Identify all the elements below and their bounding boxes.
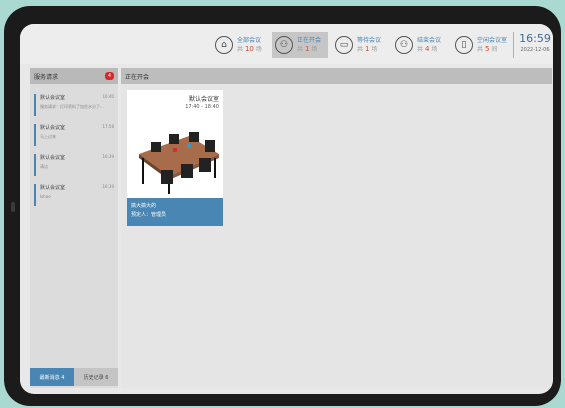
stat-label: 正在开会 bbox=[297, 37, 322, 44]
divider bbox=[513, 32, 514, 58]
stat-count: 共 4 场 bbox=[417, 45, 438, 53]
meeting-card[interactable]: 默认会议室 17:40 - 18:40 搞大搞大的 预定人：管理员 bbox=[127, 90, 223, 226]
people-icon: ⚇ bbox=[275, 36, 293, 54]
stat-in-progress[interactable]: ⚇ 正在开会 共 1 场 bbox=[272, 32, 328, 58]
clock: 16:59 2022-12-06 bbox=[518, 32, 552, 53]
meeting-room-image bbox=[139, 132, 219, 194]
message-preview: Ishao bbox=[40, 194, 51, 199]
message-preview: 清洁 bbox=[40, 164, 48, 169]
card-footer: 搞大搞大的 预定人：管理员 bbox=[127, 198, 223, 226]
clock-time: 16:59 bbox=[519, 32, 551, 45]
unread-badge: 4 bbox=[105, 72, 114, 80]
message-time: 17:58 bbox=[102, 124, 114, 129]
time-range: 17:40 - 18:40 bbox=[185, 104, 219, 110]
door-icon: ▯ bbox=[455, 36, 473, 54]
message-title: 默认会议室 bbox=[40, 125, 66, 131]
stat-count: 共 1 场 bbox=[297, 45, 318, 53]
message-item[interactable]: 默认会议室 16:39 Ishao bbox=[34, 184, 114, 206]
stat-count: 共 1 场 bbox=[357, 45, 378, 53]
clock-date: 2022-12-06 bbox=[520, 47, 550, 53]
tab-history[interactable]: 历史记录 6 bbox=[74, 368, 118, 386]
message-item[interactable]: 默认会议室 16:39 清洁 bbox=[34, 154, 114, 176]
stat-label: 空闲会议室 bbox=[477, 37, 508, 44]
message-time: 16:40 bbox=[102, 94, 114, 99]
sofa-icon: ▭ bbox=[335, 36, 353, 54]
in-progress-panel: 正在开会 默认会议室 17:40 - 18:40 搞大搞大的 预定人：管理员 bbox=[121, 68, 552, 388]
house-icon: ⌂ bbox=[215, 36, 233, 54]
message-preview: 马上过来 bbox=[40, 134, 56, 139]
stat-count: 共 10 场 bbox=[237, 45, 262, 53]
screen: ⌂ 全部会议 共 10 场 ⚇ 正在开会 共 1 场 ▭ 等待会议 共 1 场 bbox=[20, 24, 553, 394]
message-title: 默认会议室 bbox=[40, 155, 66, 161]
stat-label: 等待会议 bbox=[357, 37, 382, 44]
message-item[interactable]: 默认会议室 16:40 服务请求：打印资料了加些水分了... bbox=[34, 94, 114, 116]
room-name: 默认会议室 bbox=[188, 96, 219, 103]
message-item[interactable]: 默认会议室 17:58 马上过来 bbox=[34, 124, 114, 146]
meeting-subject: 搞大搞大的 bbox=[131, 203, 157, 209]
panel-header: 服务请求 4 bbox=[30, 68, 118, 84]
stat-waiting[interactable]: ▭ 等待会议 共 1 场 bbox=[332, 32, 388, 58]
people-icon: ⚇ bbox=[395, 36, 413, 54]
stat-count: 共 5 间 bbox=[477, 45, 498, 53]
stat-label: 全部会议 bbox=[237, 37, 262, 44]
message-time: 16:39 bbox=[102, 184, 114, 189]
top-stats-bar: ⌂ 全部会议 共 10 场 ⚇ 正在开会 共 1 场 ▭ 等待会议 共 1 场 bbox=[20, 24, 553, 64]
meeting-booker: 预定人：管理员 bbox=[131, 212, 167, 218]
message-preview: 服务请求：打印资料了加些水分了... bbox=[40, 104, 104, 109]
tablet-frame: ⌂ 全部会议 共 10 场 ⚇ 正在开会 共 1 场 ▭ 等待会议 共 1 场 bbox=[4, 6, 561, 406]
message-time: 16:39 bbox=[102, 154, 114, 159]
tab-latest-messages[interactable]: 最新消息 4 bbox=[30, 368, 74, 386]
message-title: 默认会议室 bbox=[40, 95, 66, 101]
service-request-panel: 服务请求 4 默认会议室 16:40 服务请求：打印资料了加些水分了... 默认会… bbox=[30, 68, 118, 388]
panel-header: 正在开会 bbox=[121, 68, 552, 84]
stat-free-rooms[interactable]: ▯ 空闲会议室 共 5 间 bbox=[452, 32, 510, 58]
panel-title: 正在开会 bbox=[125, 73, 150, 81]
message-tabs: 最新消息 4 历史记录 6 bbox=[30, 368, 118, 386]
panel-title: 服务请求 bbox=[34, 73, 59, 81]
stat-all-meetings[interactable]: ⌂ 全部会议 共 10 场 bbox=[212, 32, 268, 58]
camera bbox=[11, 202, 15, 212]
message-title: 默认会议室 bbox=[40, 185, 66, 191]
stat-ended[interactable]: ⚇ 结束会议 共 4 场 bbox=[392, 32, 448, 58]
stat-label: 结束会议 bbox=[417, 37, 442, 44]
